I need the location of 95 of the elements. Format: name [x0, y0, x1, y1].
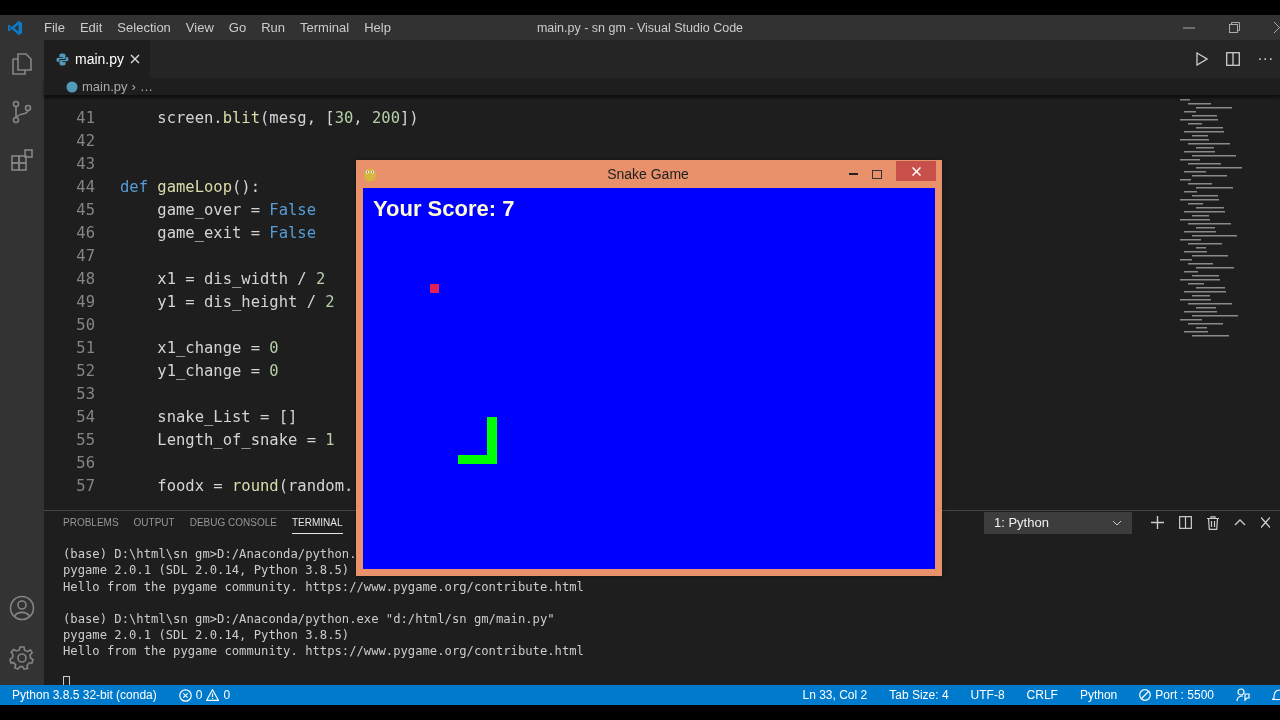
menu-item[interactable]: Help [357, 20, 399, 35]
status-item[interactable]: UTF-8 [970, 688, 1005, 702]
run-icon[interactable] [1195, 52, 1208, 66]
code-line: snake_List = [] [156, 407, 298, 426]
code-line: x1_change = 0 [156, 338, 279, 357]
menu-item[interactable]: File [37, 20, 73, 35]
line-number: 45 [75, 200, 95, 219]
vscode-logo-icon [7, 19, 23, 36]
code-line: y1 = dis_height / 2 [156, 292, 335, 311]
breadcrumb-separator: › [131, 79, 136, 94]
python-file-icon [56, 52, 69, 66]
close-icon[interactable] [1261, 517, 1270, 528]
food-square [430, 284, 439, 293]
code-line: y1_change = 0 [156, 361, 279, 380]
line-number: 42 [75, 131, 95, 150]
chevron-down-icon [1112, 519, 1122, 526]
terminal-line: Hello from the pygame community. https://www.pygame.org/contribute.html [63, 643, 585, 660]
port-status[interactable]: Port : 5500 [1139, 688, 1214, 702]
account-icon[interactable] [9, 595, 35, 621]
menu-item[interactable]: Edit [72, 20, 111, 35]
editor-tab[interactable]: main.py [44, 40, 151, 78]
line-number: 44 [75, 177, 95, 196]
status-item[interactable]: CRLF [1026, 688, 1058, 702]
more-actions-button[interactable]: ··· [1257, 51, 1274, 67]
feedback-icon[interactable] [1236, 688, 1250, 702]
code-line: screen.blit(mesg, [30, 200]) [156, 108, 419, 127]
menu-item[interactable]: Selection [110, 20, 179, 35]
panel-tab[interactable]: TERMINAL [291, 511, 343, 534]
breadcrumb-item[interactable]: … [139, 79, 153, 94]
menu-item[interactable]: Terminal [293, 20, 358, 35]
bell-icon[interactable] [1272, 688, 1280, 702]
panel-tab[interactable]: DEBUG CONSOLE [189, 511, 277, 534]
source-control-icon[interactable] [10, 100, 34, 124]
files-icon[interactable] [10, 52, 34, 76]
close-icon[interactable] [1274, 22, 1280, 33]
circle-slash-icon [1139, 689, 1152, 701]
interpreter-status[interactable]: Python 3.8.5 32-bit (conda) [12, 688, 157, 702]
code-line: game_exit = False [156, 223, 316, 242]
menu-item[interactable]: Run [254, 20, 293, 35]
line-number: 54 [75, 407, 95, 426]
terminal-line: pygame 2.0.1 (SDL 2.0.14, Python 3.8.5) [63, 562, 351, 579]
python-file-icon [66, 80, 78, 93]
line-number: 49 [75, 292, 95, 311]
line-number: 51 [75, 338, 95, 357]
terminal-line: (base) D:\html\sn gm>D:/Anaconda/python. [63, 546, 358, 563]
minimize-icon[interactable] [1183, 26, 1195, 29]
restore-icon[interactable] [1229, 22, 1240, 33]
status-item[interactable]: Tab Size: 4 [889, 688, 949, 702]
line-number: 52 [75, 361, 95, 380]
split-terminal-icon[interactable] [1179, 516, 1192, 529]
line-number: 50 [75, 315, 95, 334]
line-number: 47 [75, 246, 95, 265]
line-number: 55 [75, 430, 95, 449]
status-item[interactable]: Python [1079, 688, 1118, 702]
close-icon [911, 166, 921, 176]
warning-count: 0 [223, 688, 231, 702]
score-text: Your Score: 7 [373, 196, 515, 222]
terminal-line: (base) D:\html\sn gm>D:/Anaconda/python.exe "d:/html/sn gm/main.py" [63, 610, 556, 628]
code-line: game_over = False [156, 200, 316, 219]
trash-icon[interactable] [1207, 515, 1219, 530]
split-editor-icon[interactable] [1225, 52, 1240, 66]
settings-icon[interactable] [9, 645, 35, 671]
terminal-line: Hello from the pygame community. https://www.pygame.org/contribute.html [63, 578, 585, 595]
warning-icon [206, 689, 220, 701]
snake-logo-icon [363, 166, 377, 182]
panel-tab[interactable]: PROBLEMS [63, 511, 119, 534]
line-number: 43 [75, 154, 95, 173]
code-line: foodx = round(random. [156, 476, 354, 495]
code-line: Length_of_snake = 1 [156, 430, 335, 449]
line-number: 53 [75, 384, 95, 403]
window-title: main.py - sn gm - Visual Studio Code [536, 20, 744, 35]
line-number: 48 [75, 269, 95, 288]
line-number: 46 [75, 223, 95, 242]
snake-drawing [458, 417, 497, 464]
plus-icon[interactable] [1151, 516, 1164, 529]
problems-status[interactable]: 0 0 [178, 688, 231, 702]
line-number: 41 [75, 108, 95, 127]
extensions-icon[interactable] [10, 148, 34, 172]
menu-item[interactable]: Go [221, 20, 255, 35]
breadcrumb-item[interactable]: main.py [82, 79, 128, 94]
error-count: 0 [195, 688, 203, 702]
close-button[interactable] [896, 161, 936, 181]
status-item[interactable]: Ln 33, Col 2 [802, 688, 868, 702]
chevron-up-icon[interactable] [1234, 519, 1246, 526]
terminal-line: pygame 2.0.1 (SDL 2.0.14, Python 3.8.5) [63, 627, 351, 644]
code-line: x1 = dis_width / 2 [156, 269, 326, 288]
terminal-dropdown[interactable]: 1: Python [984, 511, 1132, 534]
menu-item[interactable]: View [178, 20, 222, 35]
code-line: def gameLoop(): [120, 177, 260, 196]
line-number: 56 [75, 453, 95, 472]
game-window-title: Snake Game [606, 166, 690, 182]
line-number: 57 [75, 476, 95, 495]
panel-tab[interactable]: OUTPUT [133, 511, 175, 534]
maximize-icon[interactable] [872, 169, 882, 179]
error-icon [178, 688, 192, 702]
